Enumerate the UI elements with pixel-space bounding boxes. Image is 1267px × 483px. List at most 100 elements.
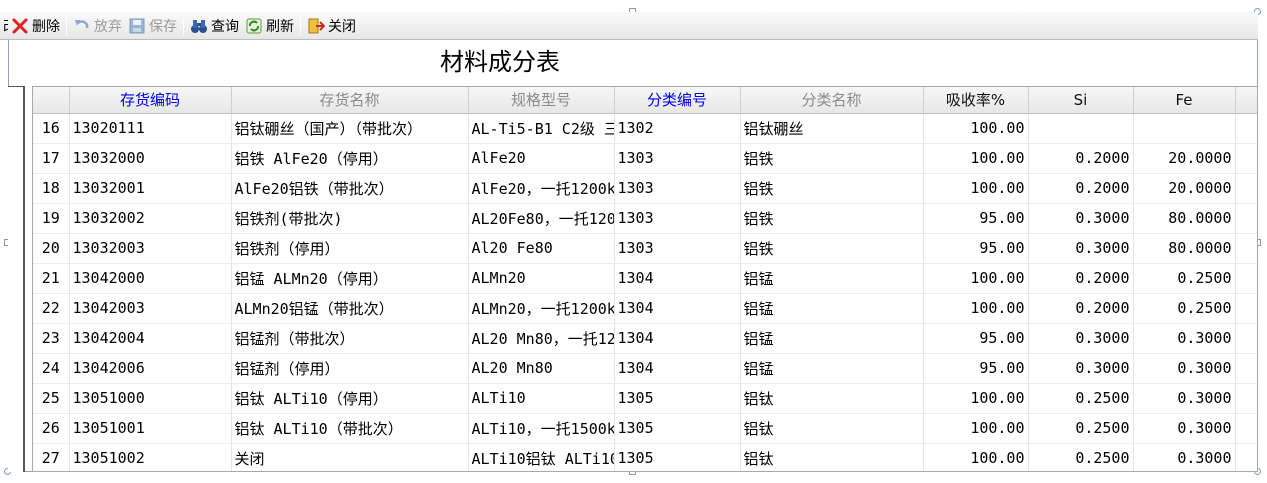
- column-header-spec[interactable]: 规格型号: [468, 87, 615, 114]
- cell-inventory-code[interactable]: 13032003: [69, 233, 232, 264]
- cell-inventory-code[interactable]: 13051000: [69, 383, 232, 414]
- cell-inventory-name[interactable]: ALMn20铝锰（带批次）: [231, 293, 469, 324]
- cell-si[interactable]: 0.2000: [1028, 263, 1134, 294]
- cell-inventory-name[interactable]: 铝锰剂（停用）: [231, 353, 469, 384]
- cell-si[interactable]: [1028, 113, 1134, 144]
- cell-absorption-rate[interactable]: 100.00: [923, 383, 1029, 414]
- close-button[interactable]: 关闭: [304, 14, 359, 38]
- cell-inventory-code[interactable]: 13042003: [69, 293, 232, 324]
- cell-spec[interactable]: AL20 Mn80: [468, 353, 615, 384]
- cell-si[interactable]: 0.2000: [1028, 293, 1134, 324]
- cell-category-code[interactable]: 1305: [614, 443, 741, 471]
- cell-category-code[interactable]: 1304: [614, 263, 741, 294]
- cell-category-code[interactable]: 1303: [614, 173, 741, 204]
- cell-si[interactable]: 0.2000: [1028, 173, 1134, 204]
- cell-si[interactable]: 0.2000: [1028, 143, 1134, 174]
- cell-absorption-rate[interactable]: 95.00: [923, 323, 1029, 354]
- cell-inventory-name[interactable]: 铝钛 ALTi10（带批次）: [231, 413, 469, 444]
- cell-fe[interactable]: 20.0000: [1133, 173, 1236, 204]
- cell-category-name[interactable]: 铝铁: [740, 203, 924, 234]
- cell-absorption-rate[interactable]: 95.00: [923, 203, 1029, 234]
- cell-row-number[interactable]: 20: [33, 233, 70, 264]
- cell-category-code[interactable]: 1303: [614, 233, 741, 264]
- cell-inventory-code[interactable]: 13051002: [69, 443, 232, 471]
- column-header-category-code[interactable]: 分类编号: [614, 87, 741, 114]
- cell-row-number[interactable]: 18: [33, 173, 70, 204]
- cell-absorption-rate[interactable]: 100.00: [923, 143, 1029, 174]
- cell-category-name[interactable]: 铝铁: [740, 233, 924, 264]
- cell-si[interactable]: 0.3000: [1028, 323, 1134, 354]
- cell-inventory-code[interactable]: 13020111: [69, 113, 232, 144]
- cell-inventory-code[interactable]: 13042006: [69, 353, 232, 384]
- cell-inventory-code[interactable]: 13051001: [69, 413, 232, 444]
- cell-absorption-rate[interactable]: 100.00: [923, 173, 1029, 204]
- column-header-si[interactable]: Si: [1028, 87, 1134, 114]
- cell-category-name[interactable]: 铝锰: [740, 353, 924, 384]
- cell-row-number[interactable]: 24: [33, 353, 70, 384]
- column-header-fe[interactable]: Fe: [1133, 87, 1236, 114]
- cell-spec[interactable]: ALTi10，一托1500kg: [468, 413, 615, 444]
- cell-inventory-code[interactable]: 13032002: [69, 203, 232, 234]
- cell-absorption-rate[interactable]: 100.00: [923, 443, 1029, 471]
- cell-si[interactable]: 0.2500: [1028, 413, 1134, 444]
- cell-inventory-name[interactable]: AlFe20铝铁（带批次）: [231, 173, 469, 204]
- cell-fe[interactable]: 0.3000: [1133, 353, 1236, 384]
- cell-category-name[interactable]: 铝钛: [740, 413, 924, 444]
- cell-spec[interactable]: AlFe20: [468, 143, 615, 174]
- cell-category-code[interactable]: 1305: [614, 383, 741, 414]
- cell-category-code[interactable]: 1304: [614, 353, 741, 384]
- table-row[interactable]: 17 13032000 铝铁 AlFe20（停用） AlFe20 1303 铝铁 100.0…: [33, 143, 1257, 174]
- cell-category-code[interactable]: 1304: [614, 293, 741, 324]
- cell-row-number[interactable]: 16: [33, 113, 70, 144]
- table-row[interactable]: 1613020111铝钛硼丝（国产）（带批次）AL-Ti5-B1 C2级 三三1…: [33, 113, 1257, 144]
- cell-fe[interactable]: 0.3000: [1133, 383, 1236, 414]
- cell-fe[interactable]: 0.2500: [1133, 263, 1236, 294]
- table-row[interactable]: 20 13032003 铝铁剂（停用） Al20 Fe80 1303 铝铁 95.00 0.3…: [33, 233, 1257, 264]
- cell-category-name[interactable]: 铝钛硼丝: [740, 113, 924, 144]
- refresh-button[interactable]: 刷新: [242, 14, 297, 38]
- table-row[interactable]: 26 13051001 铝钛 ALTi10（带批次） ALTi10，一托1500kg 1…: [33, 413, 1257, 444]
- cell-row-number[interactable]: 22: [33, 293, 70, 324]
- toolbar-truncated-item[interactable]: 改: [0, 14, 8, 38]
- table-row[interactable]: 18 13032001 AlFe20铝铁（带批次） AlFe20，一托1200kg 13…: [33, 173, 1257, 204]
- cell-category-name[interactable]: 铝锰: [740, 293, 924, 324]
- cell-absorption-rate[interactable]: 100.00: [923, 263, 1029, 294]
- cell-si[interactable]: 0.2500: [1028, 383, 1134, 414]
- cell-row-number[interactable]: 17: [33, 143, 70, 174]
- cell-row-number[interactable]: 27: [33, 443, 70, 471]
- cell-spec[interactable]: AL20Fe80，一托1200: [468, 203, 615, 234]
- table-row[interactable]: 23 13042004 铝锰剂（带批次） AL20 Mn80，一托120 1304 铝锰 9…: [33, 323, 1257, 354]
- cell-inventory-name[interactable]: 铝钛 ALTi10（停用）: [231, 383, 469, 414]
- column-header-inventory-name[interactable]: 存货名称: [231, 87, 469, 114]
- cell-row-number[interactable]: 21: [33, 263, 70, 294]
- cell-row-number[interactable]: 23: [33, 323, 70, 354]
- data-grid[interactable]: 存货编码 存货名称 规格型号 分类编号 分类名称 吸收率% Si Fe 16 13…: [32, 86, 1258, 472]
- cell-spec[interactable]: AL-Ti5-B1 C2级 三三: [468, 113, 615, 144]
- delete-button[interactable]: 删除: [8, 14, 63, 38]
- cell-inventory-name[interactable]: 铝铁 AlFe20（停用）: [231, 143, 469, 174]
- cell-spec[interactable]: AL20 Mn80，一托120: [468, 323, 615, 354]
- cell-row-number[interactable]: 25: [33, 383, 70, 414]
- cell-spec[interactable]: ALTi10铝钛 ALTi10: [468, 443, 615, 471]
- cell-row-number[interactable]: 19: [33, 203, 70, 234]
- cell-inventory-code[interactable]: 13032001: [69, 173, 232, 204]
- cell-fe[interactable]: 0.3000: [1133, 443, 1236, 471]
- cell-inventory-name[interactable]: 关闭: [231, 443, 469, 471]
- table-row[interactable]: 22 13042003 ALMn20铝锰（带批次） ALMn20，一托1200kg 13…: [33, 293, 1257, 324]
- cell-fe[interactable]: 0.3000: [1133, 413, 1236, 444]
- cell-category-name[interactable]: 铝铁: [740, 173, 924, 204]
- cell-inventory-code[interactable]: 13042004: [69, 323, 232, 354]
- cell-category-code[interactable]: 1302: [614, 113, 741, 144]
- cell-absorption-rate[interactable]: 100.00: [923, 113, 1029, 144]
- cell-category-code[interactable]: 1303: [614, 143, 741, 174]
- cell-spec[interactable]: AlFe20，一托1200kg: [468, 173, 615, 204]
- cell-category-name[interactable]: 铝钛: [740, 443, 924, 471]
- column-header-absorption-rate[interactable]: 吸收率%: [923, 87, 1029, 114]
- cell-fe[interactable]: 80.0000: [1133, 203, 1236, 234]
- cell-category-name[interactable]: 铝锰: [740, 323, 924, 354]
- column-header-category-name[interactable]: 分类名称: [740, 87, 924, 114]
- cell-inventory-name[interactable]: 铝铁剂(带批次): [231, 203, 469, 234]
- cell-si[interactable]: 0.3000: [1028, 233, 1134, 264]
- cell-category-name[interactable]: 铝钛: [740, 383, 924, 414]
- cell-inventory-name[interactable]: 铝铁剂（停用）: [231, 233, 469, 264]
